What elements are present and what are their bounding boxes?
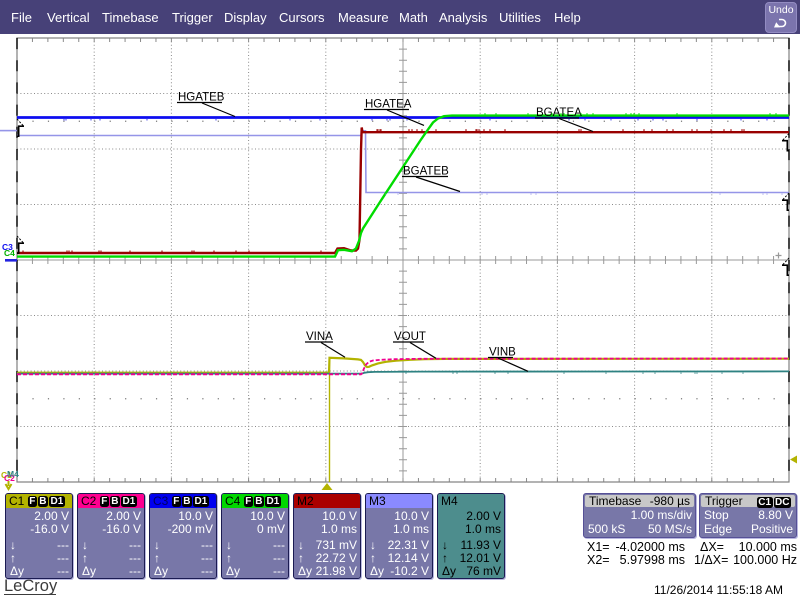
svg-text:BGATEA: BGATEA [536, 107, 582, 119]
svg-text:HGATEA: HGATEA [365, 99, 412, 111]
svg-text:C4: C4 [4, 248, 15, 258]
svg-text:BGATEB: BGATEB [403, 166, 449, 178]
svg-text:VOUT: VOUT [394, 331, 426, 343]
svg-text:M4: M4 [7, 469, 19, 479]
svg-text:VINB: VINB [489, 347, 516, 359]
svg-text:VINA: VINA [306, 331, 333, 343]
svg-text:HGATEB: HGATEB [178, 92, 225, 104]
